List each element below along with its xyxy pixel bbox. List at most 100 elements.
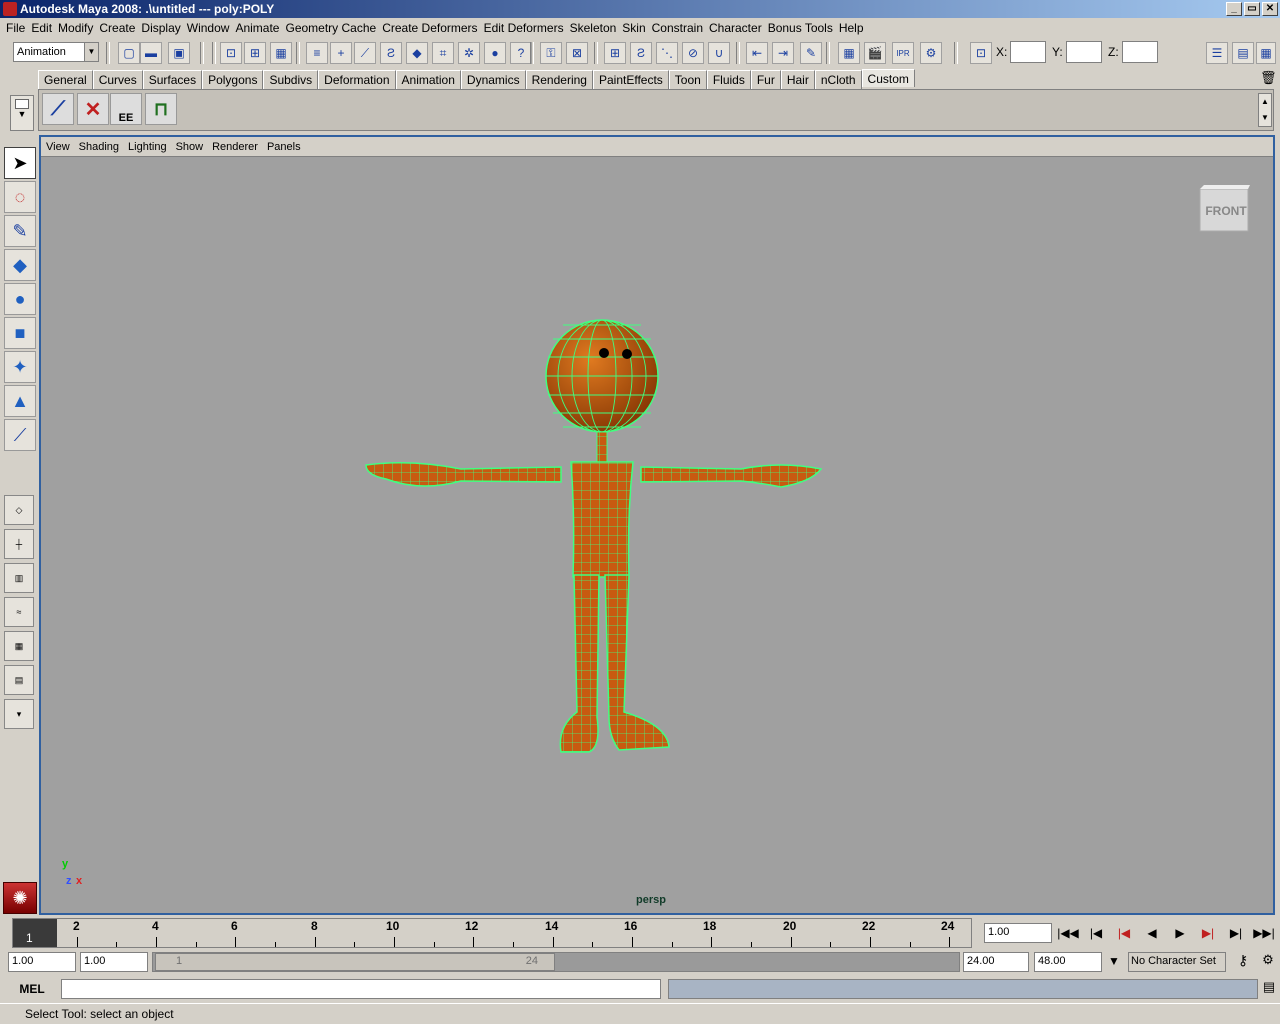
maya-app-icon[interactable] xyxy=(3,2,17,16)
menu-display[interactable]: Display xyxy=(141,18,186,38)
character-model[interactable] xyxy=(41,157,1273,914)
layout-menu-button[interactable]: ▾ xyxy=(4,699,34,729)
shelf-tab-toon[interactable]: Toon xyxy=(668,70,707,89)
paint-select-tool-icon[interactable]: ✎ xyxy=(4,215,36,247)
construction-history-icon[interactable]: ✎ xyxy=(800,42,822,64)
shelf-tab-general[interactable]: General xyxy=(38,70,93,89)
shelf-scroll[interactable]: ▲ ▼ xyxy=(1258,93,1272,127)
render-view-icon[interactable]: ▦ xyxy=(838,42,860,64)
input-ops-icon[interactable]: ⇤ xyxy=(746,42,768,64)
soft-modification-icon[interactable]: ▲ xyxy=(4,385,36,417)
ik-handle-icon[interactable]: ✕ xyxy=(77,93,109,125)
menu-modify[interactable]: Modify xyxy=(58,18,99,38)
expression-editor-icon[interactable]: EE xyxy=(110,93,142,125)
hypershade-persp-layout-icon[interactable]: ▦ xyxy=(4,631,34,661)
persp-viewport[interactable] xyxy=(41,156,1273,913)
shelf-tab-deformation[interactable]: Deformation xyxy=(318,70,396,89)
shelf-tab-polygons[interactable]: Polygons xyxy=(202,70,264,89)
scale-tool-icon[interactable]: ■ xyxy=(4,317,36,349)
lasso-tool-icon[interactable]: ◌ xyxy=(4,181,36,213)
animation-preferences-icon[interactable]: ⚙ xyxy=(1258,952,1278,972)
x-field[interactable] xyxy=(1010,41,1046,63)
output-ops-icon[interactable]: ⇥ xyxy=(772,42,794,64)
connection-editor-icon[interactable]: ⊓ xyxy=(145,93,177,125)
playback-start-field[interactable]: 1.00 xyxy=(80,952,148,972)
panel-menu-renderer[interactable]: Renderer xyxy=(212,141,267,153)
select-handles-icon[interactable]: + xyxy=(330,42,352,64)
menu-window[interactable]: Window xyxy=(187,18,236,38)
persp-graph-layout-icon[interactable]: ≈ xyxy=(4,597,34,627)
panel-menu-show[interactable]: Show xyxy=(176,141,213,153)
select-misc-icon[interactable]: ? xyxy=(510,42,532,64)
menu-edit-deformers[interactable]: Edit Deformers xyxy=(484,18,570,38)
select-rendering-icon[interactable]: ● xyxy=(484,42,506,64)
time-slider[interactable]: 2 4 6 8 10 12 14 16 18 20 22 24 xyxy=(12,918,972,948)
panel-menu-lighting[interactable]: Lighting xyxy=(128,141,176,153)
menu-constrain[interactable]: Constrain xyxy=(652,18,709,38)
y-field[interactable] xyxy=(1066,41,1102,63)
render-settings-icon[interactable]: ⚙ xyxy=(920,42,942,64)
menu-create[interactable]: Create xyxy=(99,18,141,38)
highlight-selection-icon[interactable]: ⊠ xyxy=(566,42,588,64)
animation-start-field[interactable]: 1.00 xyxy=(8,952,76,972)
shelf-tab-fur[interactable]: Fur xyxy=(750,70,781,89)
show-manipulator-icon[interactable]: ⟋ xyxy=(4,419,36,451)
mel-label[interactable]: MEL xyxy=(6,979,58,999)
single-pane-layout-icon[interactable]: ◇ xyxy=(4,495,34,525)
shelf-tab-rendering[interactable]: Rendering xyxy=(525,70,593,89)
panel-menu-panels[interactable]: Panels xyxy=(267,141,310,153)
menu-geometry-cache[interactable]: Geometry Cache xyxy=(285,18,382,38)
menu-animate[interactable]: Animate xyxy=(235,18,285,38)
select-joints-icon[interactable]: ⟋ xyxy=(354,42,376,64)
new-scene-icon[interactable]: ▢ xyxy=(118,42,140,64)
menu-edit[interactable]: Edit xyxy=(31,18,58,38)
universal-manipulator-icon[interactable]: ✦ xyxy=(4,351,36,383)
menu-create-deformers[interactable]: Create Deformers xyxy=(382,18,483,38)
menu-bonus-tools[interactable]: Bonus Tools xyxy=(768,18,839,38)
close-button[interactable]: ✕ xyxy=(1262,2,1278,16)
minimize-button[interactable]: _ xyxy=(1226,2,1242,16)
outliner-persp-layout-icon[interactable]: ▥ xyxy=(4,563,34,593)
select-dynamics-icon[interactable]: ✲ xyxy=(458,42,480,64)
auto-key-icon[interactable]: ⚷ xyxy=(1230,952,1256,972)
script-editor-icon[interactable]: ▤ xyxy=(1260,979,1278,999)
ipr-render-icon[interactable]: IPR xyxy=(892,42,914,64)
z-field[interactable] xyxy=(1122,41,1158,63)
menu-character[interactable]: Character xyxy=(709,18,768,38)
persp-outliner-graph-layout-icon[interactable]: ▤ xyxy=(4,665,34,695)
chevron-down-icon[interactable]: ▼ xyxy=(84,43,98,61)
step-forward-key-icon[interactable]: ▶| xyxy=(1196,922,1220,944)
make-live-icon[interactable]: ∪ xyxy=(708,42,730,64)
select-surfaces-icon[interactable]: ◆ xyxy=(406,42,428,64)
snap-to-grid-icon[interactable]: ⊞ xyxy=(604,42,626,64)
shelf-tab-fluids[interactable]: Fluids xyxy=(706,70,751,89)
menu-skin[interactable]: Skin xyxy=(622,18,651,38)
rotate-tool-icon[interactable]: ● xyxy=(4,283,36,315)
four-pane-layout-icon[interactable]: ┼ xyxy=(4,529,34,559)
shelf-tab-surfaces[interactable]: Surfaces xyxy=(142,70,203,89)
menu-help[interactable]: Help xyxy=(839,18,870,38)
shelf-tab-dynamics[interactable]: Dynamics xyxy=(460,70,526,89)
shelf-menu-button[interactable]: ▼ xyxy=(10,95,34,131)
panel-menu-view[interactable]: View xyxy=(46,141,79,153)
playback-end-field[interactable]: 24.00 xyxy=(963,952,1029,972)
snap-select-icon[interactable]: ⊡ xyxy=(970,42,992,64)
tool-settings-icon[interactable]: ▤ xyxy=(1232,42,1254,64)
select-deformations-icon[interactable]: ⌗ xyxy=(432,42,454,64)
go-to-end-icon[interactable]: ▶▶| xyxy=(1252,922,1276,944)
shelf-tab-painteffects[interactable]: PaintEffects xyxy=(592,70,669,89)
chevron-down-icon[interactable]: ▼ xyxy=(1104,954,1124,972)
shelf-tab-custom[interactable]: Custom xyxy=(861,69,915,87)
view-cube[interactable]: FRONT xyxy=(1196,185,1250,233)
lock-selection-icon[interactable]: ⚿ xyxy=(540,42,562,64)
shelf-tab-ncloth[interactable]: nCloth xyxy=(814,70,862,89)
character-set-menu[interactable]: No Character Set xyxy=(1128,952,1226,972)
maximize-button[interactable]: ▭ xyxy=(1244,2,1260,16)
go-to-start-icon[interactable]: |◀◀ xyxy=(1056,922,1080,944)
shelf-tab-curves[interactable]: Curves xyxy=(92,70,143,89)
menu-set-select[interactable]: Animation ▼ xyxy=(13,42,99,62)
joint-tool-icon[interactable]: ⟋ xyxy=(42,93,74,125)
step-forward-frame-icon[interactable]: ▶| xyxy=(1224,922,1248,944)
select-by-component-icon[interactable]: ▦ xyxy=(270,42,292,64)
step-back-key-icon[interactable]: |◀ xyxy=(1112,922,1136,944)
